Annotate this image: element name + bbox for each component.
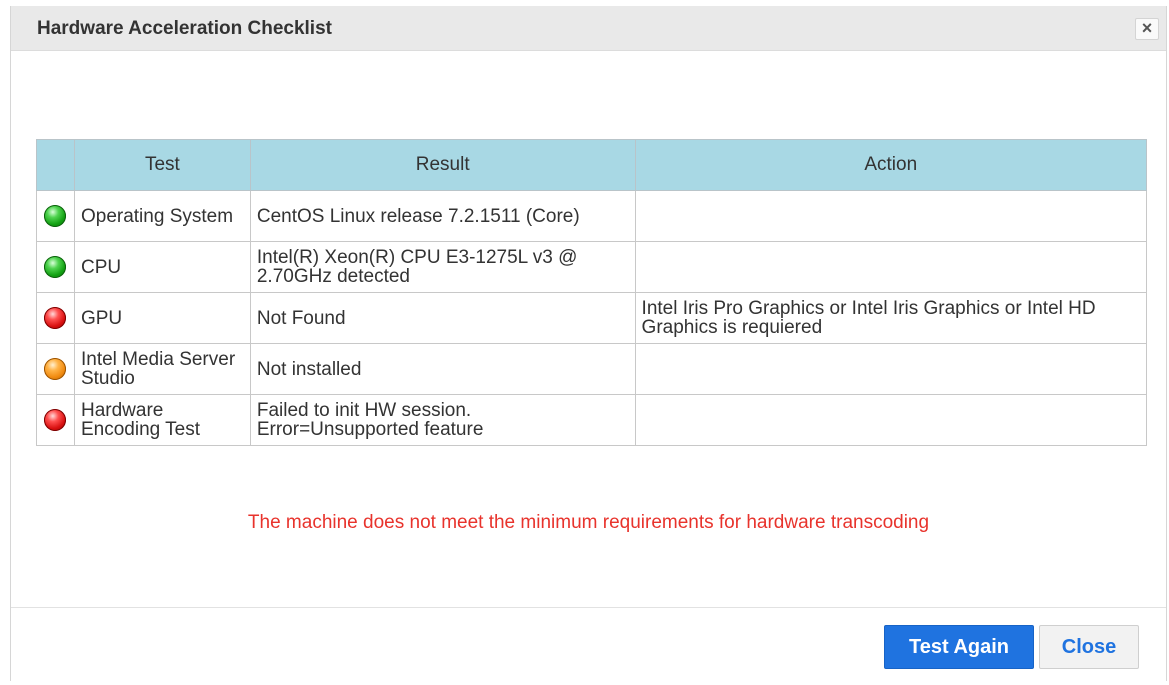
- status-cell: [36, 394, 75, 446]
- header-result: Result: [249, 139, 636, 191]
- test-again-button[interactable]: Test Again: [884, 625, 1034, 669]
- status-cell: [36, 343, 75, 395]
- status-cell: [36, 190, 75, 242]
- status-error-icon: [44, 307, 67, 329]
- test-result: Not Found: [249, 292, 636, 344]
- test-action: [634, 241, 1148, 293]
- table-row: CPU Intel(R) Xeon(R) CPU E3-1275L v3 @ 2…: [36, 241, 1148, 293]
- table-header-row: Test Result Action: [36, 139, 1148, 191]
- test-action: [634, 343, 1148, 395]
- status-ok-icon: [44, 205, 67, 227]
- status-cell: [36, 241, 75, 293]
- test-action: [634, 190, 1148, 242]
- header-test: Test: [73, 139, 251, 191]
- close-button[interactable]: Close: [1039, 625, 1139, 669]
- status-error-icon: [44, 409, 67, 431]
- footer-divider: [11, 607, 1166, 608]
- table-row: Hardware Encoding Test Failed to init HW…: [36, 394, 1148, 446]
- test-action: [634, 394, 1148, 446]
- test-name: CPU: [73, 241, 251, 293]
- checklist-table: Test Result Action Operating System Cent…: [36, 139, 1148, 446]
- test-result: Intel(R) Xeon(R) CPU E3-1275L v3 @ 2.70G…: [249, 241, 636, 293]
- test-name: Intel Media Server Studio: [73, 343, 251, 395]
- test-name: Operating System: [73, 190, 251, 242]
- dialog-titlebar: Hardware Acceleration Checklist ×: [11, 6, 1166, 51]
- status-warning-icon: [44, 358, 67, 380]
- close-icon[interactable]: ×: [1135, 18, 1159, 40]
- dialog-title: Hardware Acceleration Checklist: [37, 18, 332, 39]
- table-row: GPU Not Found Intel Iris Pro Graphics or…: [36, 292, 1148, 344]
- test-result: CentOS Linux release 7.2.1511 (Core): [249, 190, 636, 242]
- table-row: Operating System CentOS Linux release 7.…: [36, 190, 1148, 242]
- test-result: Not installed: [249, 343, 636, 395]
- test-action: Intel Iris Pro Graphics or Intel Iris Gr…: [634, 292, 1148, 344]
- status-cell: [36, 292, 75, 344]
- hardware-checklist-dialog: Hardware Acceleration Checklist × Test R…: [10, 6, 1167, 681]
- test-name: Hardware Encoding Test: [73, 394, 251, 446]
- table-row: Intel Media Server Studio Not installed: [36, 343, 1148, 395]
- test-name: GPU: [73, 292, 251, 344]
- test-result: Failed to init HW session. Error=Unsuppo…: [249, 394, 636, 446]
- header-status: [36, 139, 75, 191]
- header-action: Action: [634, 139, 1148, 191]
- status-ok-icon: [44, 256, 67, 278]
- requirements-warning-message: The machine does not meet the minimum re…: [247, 512, 930, 533]
